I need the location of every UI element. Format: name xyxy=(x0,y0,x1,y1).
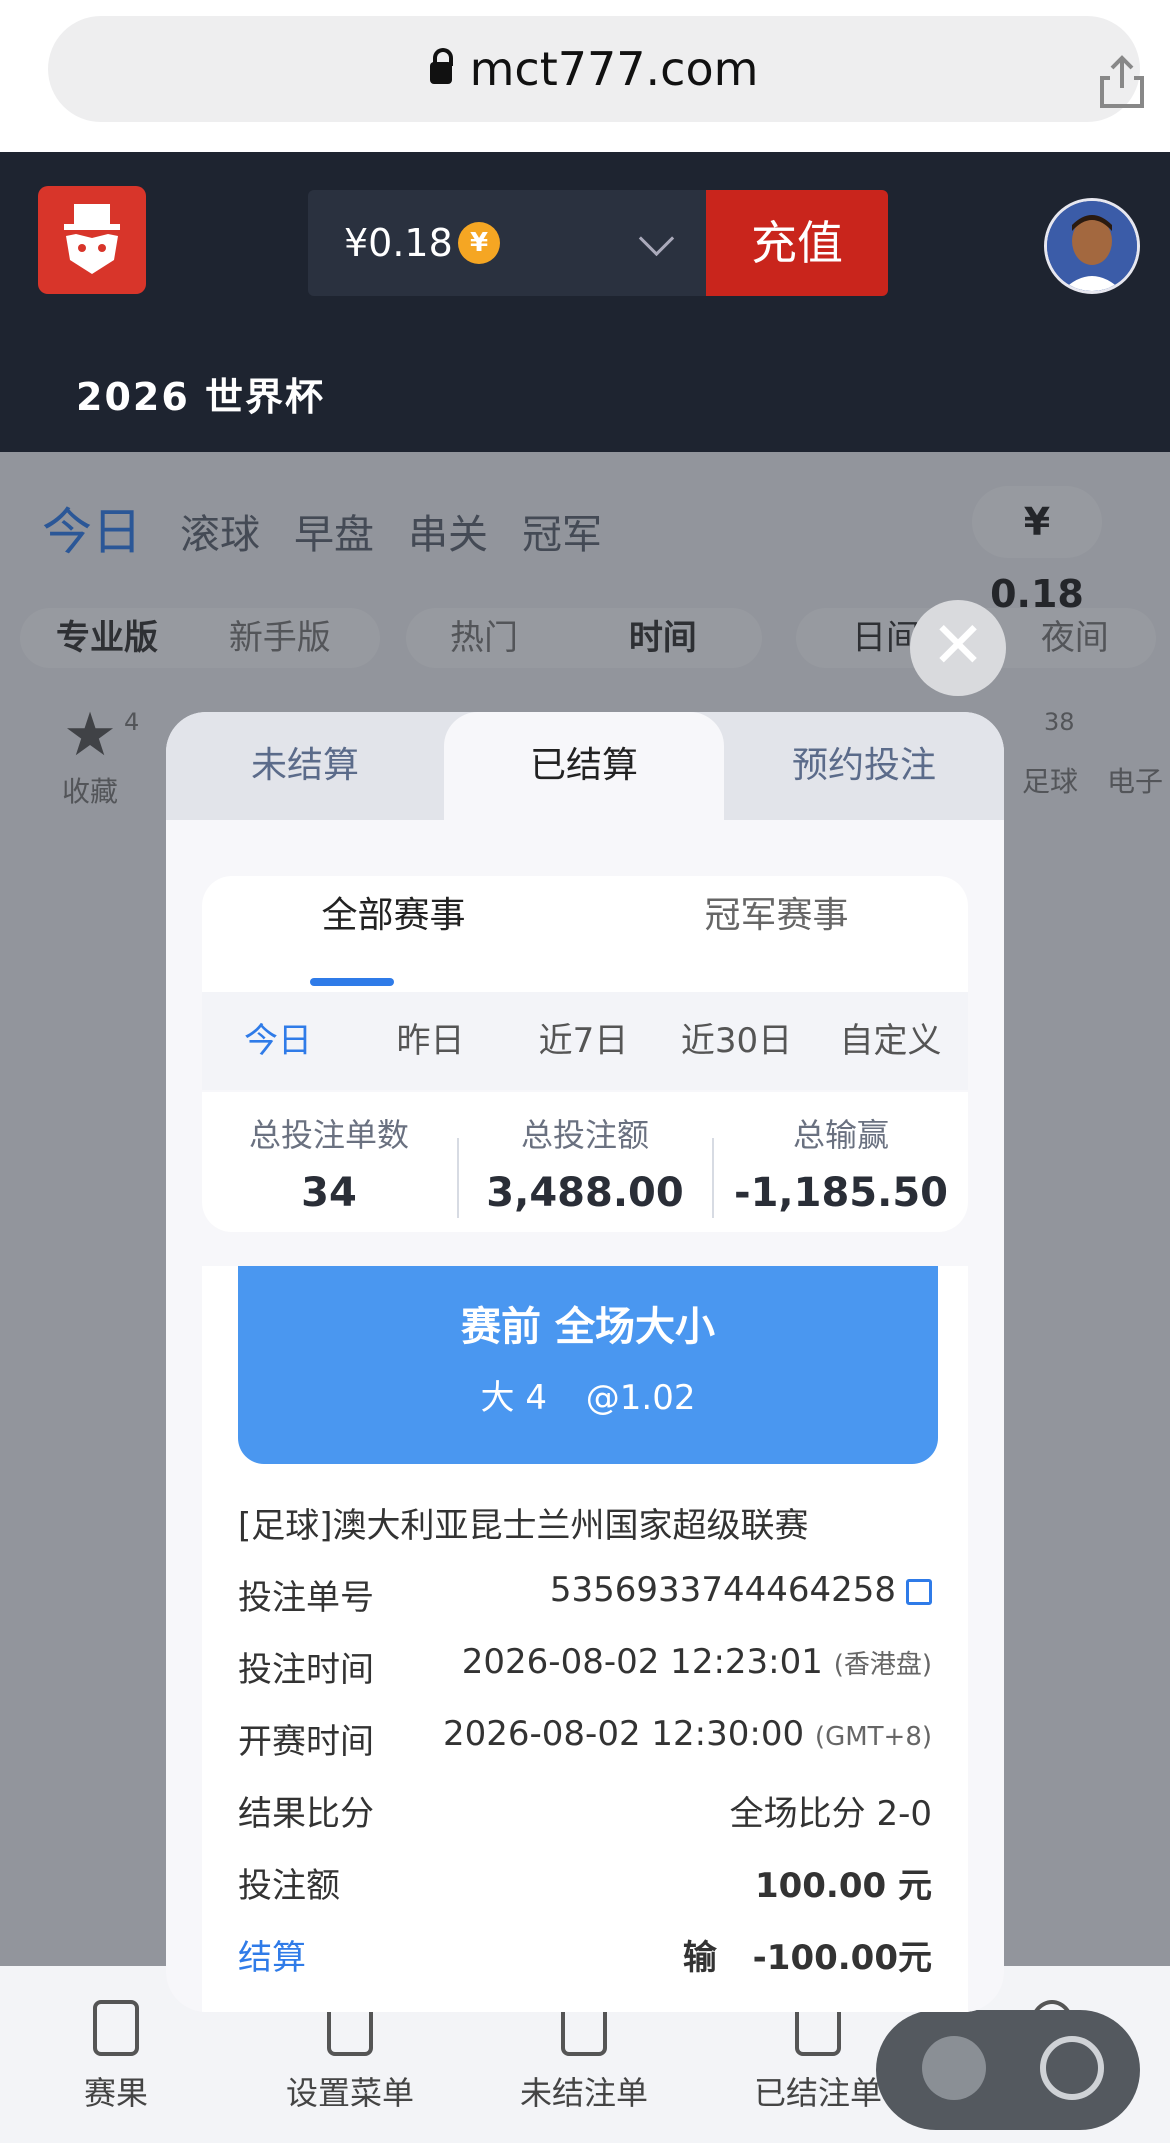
cat-hat-logo-icon xyxy=(64,204,120,274)
kickoff-time-value: 2026-08-02 12:30:00 (GMT+8) xyxy=(443,1714,932,1754)
bet-history-modal: 未结算 已结算 预约投注 全部赛事 冠军赛事 今日 昨日 近7日 近30日 自定… xyxy=(166,712,1004,2012)
currency-swap-icon[interactable] xyxy=(922,2036,986,2100)
chevron-down-icon xyxy=(638,220,675,257)
bet-time-value: 2026-08-02 12:23:01 (香港盘) xyxy=(461,1642,932,1682)
bet-market-header: 赛前 全场大小 大 4 @1.02 xyxy=(238,1266,938,1464)
nav-settings[interactable]: 设置菜单 xyxy=(260,2000,440,2114)
event-type-tabs: 全部赛事 冠军赛事 xyxy=(202,876,968,956)
record-icon[interactable] xyxy=(1040,2036,1104,2100)
league-name: [足球]澳大利亚昆士兰州国家超级联赛 xyxy=(238,1506,809,1546)
filter-7days[interactable]: 近7日 xyxy=(507,992,660,1090)
bet-time-label: 投注时间 xyxy=(238,1650,374,1690)
odds: @1.02 xyxy=(585,1378,696,1418)
tab-all-events[interactable]: 全部赛事 xyxy=(202,876,585,956)
stake-value: 100.00 元 xyxy=(754,1866,932,1906)
settle-result: 输 xyxy=(682,1938,717,1978)
stat-total-winloss: 总输赢 -1,185.50 xyxy=(734,1116,948,1216)
user-avatar[interactable] xyxy=(1044,198,1140,294)
floating-tools[interactable] xyxy=(876,2010,1140,2130)
filter-today[interactable]: 今日 xyxy=(202,992,354,1090)
tab-champion-events[interactable]: 冠军赛事 xyxy=(585,876,968,956)
stat-total-bets: 总投注单数 34 xyxy=(248,1116,409,1216)
nav-open-bets[interactable]: 未结注单 xyxy=(494,2000,674,2114)
lock-icon xyxy=(429,48,453,84)
filter-30days[interactable]: 近30日 xyxy=(660,992,813,1090)
active-tab-indicator xyxy=(310,978,394,986)
stat-total-stake: 总投注额 3,488.00 xyxy=(486,1116,684,1216)
deposit-button[interactable]: 充值 xyxy=(706,190,888,296)
yuan-coin-icon: ¥ xyxy=(458,222,500,264)
address-bar[interactable]: mct777.com xyxy=(48,16,1144,122)
settle-amount: -100.00元 xyxy=(752,1938,932,1978)
bet-id-label: 投注单号 xyxy=(238,1578,374,1618)
brand-logo[interactable] xyxy=(38,186,146,294)
filter-yesterday[interactable]: 昨日 xyxy=(354,992,507,1090)
kickoff-time-label: 开赛时间 xyxy=(238,1722,374,1762)
bet-detail-card: 赛前 全场大小 大 4 @1.02 [足球]澳大利亚昆士兰州国家超级联赛 投注单… xyxy=(202,1266,968,2012)
settlement-value: 输 -100.00元 xyxy=(683,1930,932,1979)
tab-reserved[interactable]: 预约投注 xyxy=(724,712,1004,820)
bet-id-value: 5356933744464258 xyxy=(550,1570,932,1610)
settlement-label[interactable]: 结算 xyxy=(238,1930,306,1979)
world-cup-title: 2026 世界杯 xyxy=(76,375,325,419)
filter-custom[interactable]: 自定义 xyxy=(813,992,968,1090)
date-filter: 今日 昨日 近7日 近30日 自定义 xyxy=(202,992,968,1090)
nav-results[interactable]: 赛果 xyxy=(26,2000,206,2114)
document-icon xyxy=(93,2000,139,2056)
bet-stats: 总投注单数 34 总投注额 3,488.00 总输赢 -1,185.50 xyxy=(202,1092,968,1232)
share-icon[interactable] xyxy=(1096,54,1148,110)
copy-icon[interactable] xyxy=(906,1578,932,1605)
score-value: 全场比分 2-0 xyxy=(729,1794,932,1834)
balance-amount: ¥0.18 xyxy=(344,221,453,265)
tab-settled[interactable]: 已结算 xyxy=(444,712,724,820)
browser-bar: mct777.com xyxy=(0,0,1170,152)
url-text: mct777.com xyxy=(469,42,759,96)
stake-label: 投注额 xyxy=(238,1866,340,1906)
avatar-face-icon xyxy=(1047,201,1137,291)
score-label: 结果比分 xyxy=(238,1794,374,1834)
close-modal-button[interactable]: ✕ xyxy=(910,600,1006,696)
market-title: 赛前 全场大小 xyxy=(461,1304,715,1350)
tab-unsettled[interactable]: 未结算 xyxy=(166,712,444,820)
balance-selector[interactable]: ¥0.18 ¥ xyxy=(308,190,706,296)
selection: 大 4 xyxy=(480,1378,547,1418)
